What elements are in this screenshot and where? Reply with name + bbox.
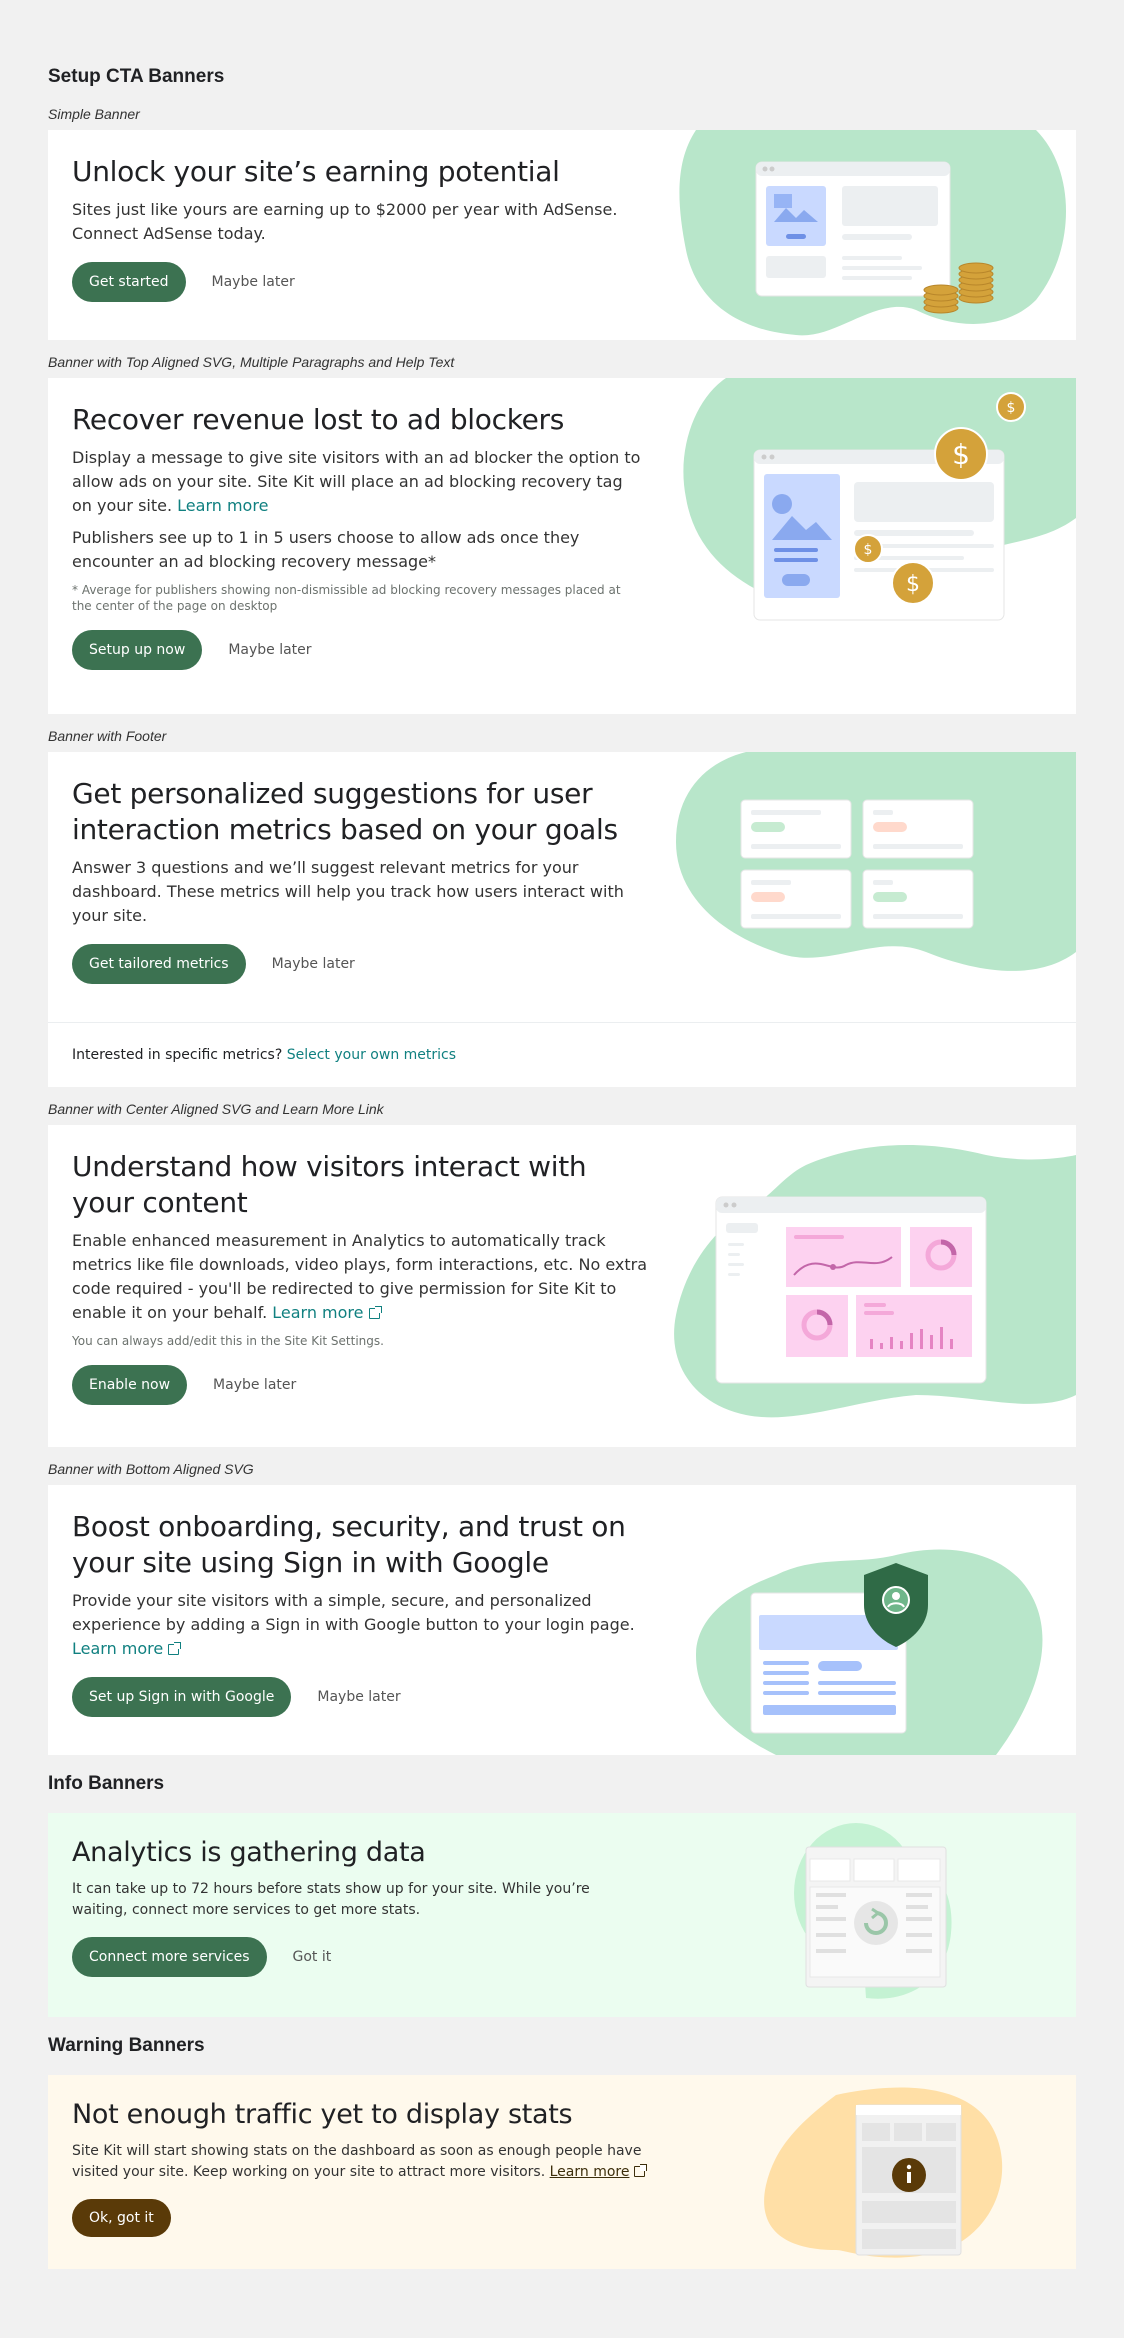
adsense-banner: Unlock your site’s earning potential Sit…	[48, 130, 1076, 340]
banner-title: Recover revenue lost to ad blockers	[72, 403, 565, 436]
ad-blocker-illustration: $ $ $ $	[656, 378, 1076, 714]
variant-label: Banner with Top Aligned SVG, Multiple Pa…	[48, 354, 455, 370]
external-link-icon	[634, 2164, 648, 2177]
banner-title: Get personalized suggestions for user in…	[72, 777, 618, 846]
banner-description: Answer 3 questions and we’ll suggest rel…	[72, 858, 624, 925]
analytics-dashboard-illustration	[656, 1125, 1076, 1447]
maybe-later-button[interactable]: Maybe later	[212, 274, 295, 290]
svg-text:$: $	[906, 572, 920, 597]
banner-title: Understand how visitors interact with yo…	[72, 1150, 587, 1219]
svg-text:$: $	[952, 438, 970, 471]
ad-blocking-recovery-banner: Recover revenue lost to ad blockers Disp…	[48, 378, 1076, 714]
get-tailored-metrics-button[interactable]: Get tailored metrics	[72, 944, 246, 984]
variant-label: Banner with Bottom Aligned SVG	[48, 1461, 254, 1477]
set-up-sign-in-with-google-button[interactable]: Set up Sign in with Google	[72, 1677, 292, 1717]
ok-got-it-button[interactable]: Ok, got it	[72, 2199, 171, 2237]
svg-text:$: $	[1007, 400, 1016, 416]
select-your-own-metrics-link[interactable]: Select your own metrics	[287, 1047, 456, 1063]
banner-description: It can take up to 72 hours before stats …	[72, 1881, 590, 1918]
help-text: You can always add/edit this in the Site…	[72, 1334, 384, 1348]
got-it-button[interactable]: Got it	[293, 1949, 332, 1965]
learn-more-link[interactable]: Learn more	[72, 1639, 182, 1658]
key-metrics-banner: Get personalized suggestions for user in…	[48, 752, 1076, 1087]
banner-description: Provide your site visitors with a simple…	[72, 1591, 635, 1658]
maybe-later-button[interactable]: Maybe later	[213, 1377, 296, 1393]
banner-title: Unlock your site’s earning potential	[72, 155, 560, 188]
enable-now-button[interactable]: Enable now	[72, 1365, 188, 1405]
metrics-cards-illustration	[656, 752, 1076, 1022]
banner-description: Display a message to give site visitors …	[72, 448, 641, 515]
banner-title: Boost onboarding, security, and trust on…	[72, 1510, 626, 1579]
sign-in-with-google-banner: Boost onboarding, security, and trust on…	[48, 1485, 1076, 1755]
not-enough-traffic-banner: Not enough traffic yet to display stats …	[48, 2075, 1076, 2269]
learn-more-link[interactable]: Learn more	[177, 496, 268, 515]
banner-description: Site Kit will start showing stats on the…	[72, 2141, 652, 2183]
sign-in-with-google-illustration	[656, 1485, 1076, 1755]
banner-title: Not enough traffic yet to display stats	[72, 2099, 573, 2130]
adsense-illustration	[656, 130, 1076, 340]
variant-label: Simple Banner	[48, 106, 140, 122]
footer-text: Interested in specific metrics?	[72, 1047, 283, 1063]
svg-text:$: $	[864, 542, 873, 558]
maybe-later-button[interactable]: Maybe later	[317, 1689, 400, 1705]
external-link-icon	[368, 1306, 382, 1319]
banner-description-secondary: Publishers see up to 1 in 5 users choose…	[72, 528, 580, 571]
maybe-later-button[interactable]: Maybe later	[228, 642, 311, 658]
connect-more-services-button[interactable]: Connect more services	[72, 1937, 267, 1977]
section-title-setup: Setup CTA Banners	[48, 66, 225, 87]
section-title-info: Info Banners	[48, 1773, 165, 1794]
maybe-later-button[interactable]: Maybe later	[272, 956, 355, 972]
banner-title: Analytics is gathering data	[72, 1837, 426, 1868]
section-title-warning: Warning Banners	[48, 2035, 205, 2056]
setup-now-button[interactable]: Setup up now	[72, 630, 203, 670]
external-link-icon	[168, 1642, 182, 1655]
banner-footer: Interested in specific metrics? Select y…	[48, 1022, 1076, 1087]
enhanced-measurement-banner: Understand how visitors interact with yo…	[48, 1125, 1076, 1447]
banner-description: Enable enhanced measurement in Analytics…	[72, 1231, 648, 1322]
learn-more-link[interactable]: Learn more	[550, 2164, 630, 2180]
variant-label: Banner with Footer	[48, 728, 167, 744]
gathering-data-illustration	[656, 1813, 1076, 2017]
learn-more-link[interactable]: Learn more	[272, 1303, 382, 1322]
help-text: * Average for publishers showing non-dis…	[72, 583, 621, 613]
variant-label: Banner with Center Aligned SVG and Learn…	[48, 1101, 384, 1117]
get-started-button[interactable]: Get started	[72, 262, 186, 302]
not-enough-traffic-illustration	[656, 2075, 1076, 2269]
gathering-data-banner: Analytics is gathering data It can take …	[48, 1813, 1076, 2017]
banner-description: Sites just like yours are earning up to …	[72, 200, 618, 243]
